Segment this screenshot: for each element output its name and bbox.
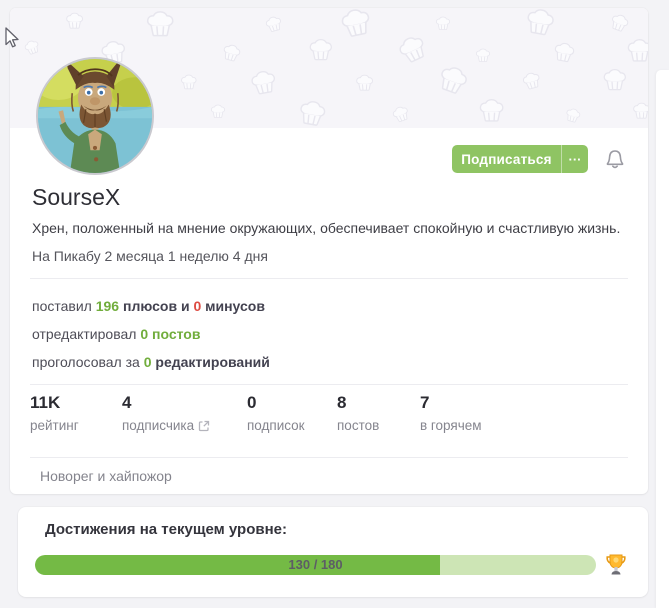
profile-page: { "header": { "subscribe_label": "Подпис… [0,0,669,608]
achievements-progress-bar: 130 / 180 [35,555,596,575]
stat-value: 11K [30,393,61,412]
stat-subscribers[interactable]: 4 подписчика [122,393,210,433]
external-link-icon[interactable] [198,420,210,432]
stat-label: подписчика [122,418,210,433]
activity-line-edit-votes: проголосовал за 0 редактирований [32,354,270,370]
profile-tenure: На Пикабу 2 месяца 1 неделю 4 дня [32,248,268,264]
achievements-card: Достижения на текущем уровне: 130 / 180 [18,507,648,597]
stat-label: в горячем [420,418,482,433]
profile-card: Подписаться ··· SourseX Хрен, положенный… [10,8,648,494]
stat-value: 8 [337,393,347,412]
adjacent-panel-edge [656,70,669,608]
trophy-button[interactable] [605,553,627,577]
more-options-button[interactable]: ··· [561,145,588,173]
stat-label: рейтинг [30,418,79,433]
stat-rating: 11K рейтинг [30,393,79,433]
stat-label: подписок [247,418,305,433]
stat-value: 4 [122,393,132,412]
stat-label: постов [337,418,380,433]
avatar-image [38,59,152,173]
bell-icon [606,150,624,169]
stat-subscriptions[interactable]: 0 подписок [247,393,305,433]
ellipsis-icon: ··· [568,151,582,167]
avatar[interactable] [36,57,154,175]
divider [30,278,628,279]
divider [30,384,628,385]
username: SourseX [32,184,121,210]
progress-label: 130 / 180 [288,557,343,572]
profile-note: Новорег и хайпожор [40,468,172,484]
divider [30,457,628,458]
stat-posts[interactable]: 8 постов [337,393,379,433]
activity-line-votes: поставил 196 плюсов и 0 минусов [32,298,265,314]
stat-value: 7 [420,393,430,412]
notifications-button[interactable] [598,146,632,172]
counters-row: 11K рейтинг 4 подписчика 0 подписок 8 по… [10,393,648,449]
activity-line-edits: отредактировал 0 постов [32,326,201,342]
achievements-title: Достижения на текущем уровне: [45,521,287,538]
activity-stats: поставил 196 плюсов и 0 минусов отредакт… [32,292,270,376]
stat-hot[interactable]: 7 в горячем [420,393,482,433]
profile-bio: Хрен, положенный на мнение окружающих, о… [32,220,621,236]
stat-value: 0 [247,393,257,412]
subscribe-button[interactable]: Подписаться ··· [452,145,588,173]
trophy-icon [606,554,626,575]
subscribe-label: Подписаться [461,151,552,167]
